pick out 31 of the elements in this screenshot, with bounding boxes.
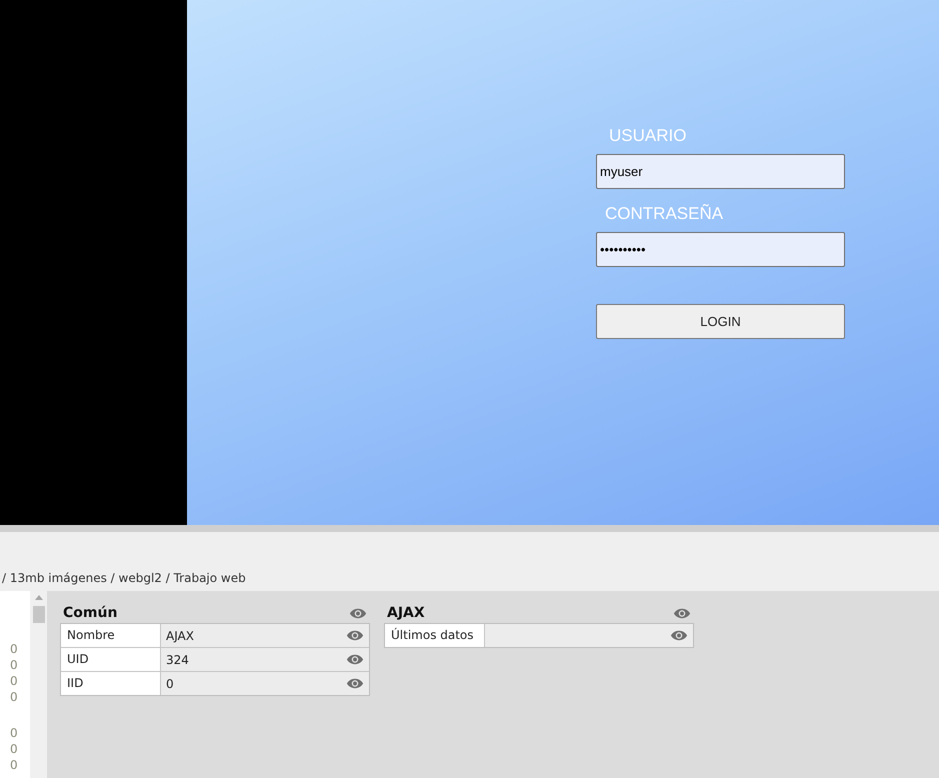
- property-name: IID: [61, 672, 161, 695]
- line-value: 0: [9, 689, 19, 705]
- line-value: 0: [9, 741, 19, 757]
- login-button[interactable]: LOGIN: [596, 304, 845, 339]
- line-value: 0: [9, 725, 19, 741]
- line-value: 0: [9, 641, 19, 657]
- username-label: USUARIO: [609, 126, 686, 146]
- password-field[interactable]: ••••••••••: [596, 232, 845, 267]
- eye-icon[interactable]: [670, 629, 688, 642]
- eye-icon[interactable]: [349, 606, 367, 620]
- section-title: AJAX: [387, 605, 425, 621]
- property-value: 0: [161, 672, 369, 695]
- eye-icon[interactable]: [346, 677, 364, 690]
- eye-icon[interactable]: [346, 653, 364, 666]
- property-name: Nombre: [61, 624, 161, 647]
- property-value: AJAX: [161, 624, 369, 647]
- line-value: 0: [9, 757, 19, 773]
- property-value: 324: [161, 648, 369, 671]
- scroll-up-icon[interactable]: [34, 595, 42, 600]
- breadcrumb: / 13mb imágenes / webgl2 / Trabajo web: [1, 571, 246, 585]
- property-name: UID: [61, 648, 161, 671]
- eye-icon[interactable]: [346, 629, 364, 642]
- scroll-thumb[interactable]: [32, 606, 44, 623]
- password-label: CONTRASEÑA: [605, 204, 724, 224]
- eye-icon[interactable]: [673, 606, 691, 620]
- username-field[interactable]: myuser: [596, 154, 845, 189]
- scrollbar[interactable]: [30, 591, 47, 778]
- line-value: 0: [9, 657, 19, 673]
- line-value: 0: [9, 673, 19, 689]
- section-title: Común: [63, 605, 118, 621]
- property-name: Últimos datos: [385, 624, 485, 647]
